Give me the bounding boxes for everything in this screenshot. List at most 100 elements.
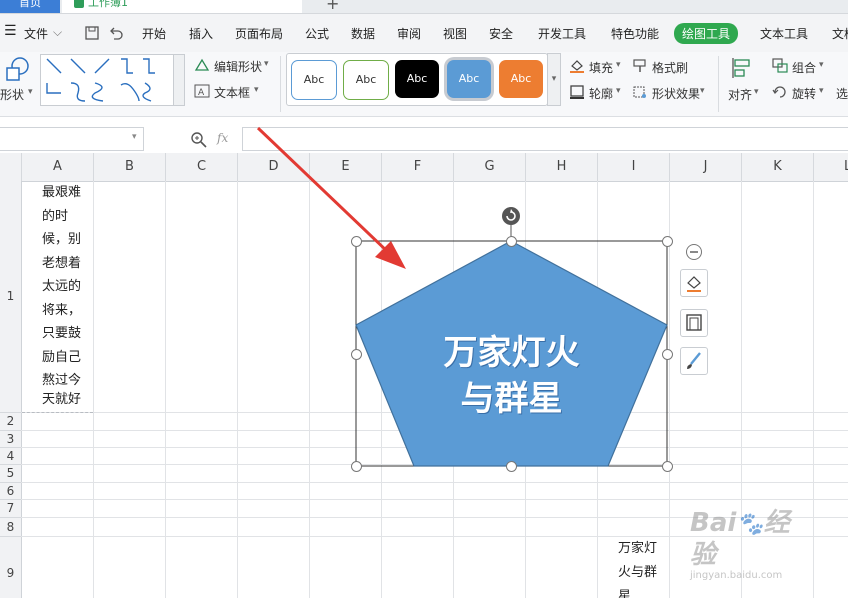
menu-features[interactable]: 特色功能 (611, 25, 659, 42)
menu-page-layout[interactable]: 页面布局 (235, 25, 283, 42)
ribbon-divider (280, 56, 281, 112)
shape-styles-gallery: Abc Abc Abc Abc Abc (286, 53, 548, 106)
column-header-g[interactable]: G (454, 153, 526, 181)
shape-text[interactable]: 万家灯火 与群星 (356, 330, 667, 422)
menu-document[interactable]: 文档 (832, 25, 848, 42)
styles-gallery-more[interactable]: ▾ (547, 53, 561, 106)
style-blue-outline[interactable]: Abc (291, 60, 337, 100)
tab-workbook[interactable]: 工作簿1 (62, 0, 302, 13)
rotate-button[interactable]: 旋转 (792, 85, 816, 102)
menu-insert[interactable]: 插入 (189, 25, 213, 42)
format-painter-button[interactable]: 格式刷 (652, 59, 688, 76)
resize-handle-tr[interactable] (662, 236, 673, 247)
edit-shape-button[interactable]: 编辑形状 (214, 58, 262, 75)
row-header-2[interactable]: 2 (0, 413, 21, 431)
column-header-j[interactable]: J (670, 153, 742, 181)
resize-handle-r[interactable] (662, 349, 673, 360)
resize-handle-bl[interactable] (351, 461, 362, 472)
group-button[interactable]: 组合 (792, 59, 816, 76)
cell-a1-line: 励自己 (42, 349, 82, 365)
row-header-7[interactable]: 7 (0, 500, 21, 518)
column-header-b[interactable]: B (94, 153, 166, 181)
cell-a1[interactable]: 最艰难 的时 候，别 老想着 太远的 将来， 只要鼓 励自己 熬过今 天就好 (22, 181, 93, 413)
column-header-c[interactable]: C (166, 153, 238, 181)
name-box[interactable] (0, 127, 144, 151)
new-tab-button[interactable]: + (326, 0, 339, 13)
gallery-scroll[interactable] (173, 54, 185, 106)
workbook-tab-label: 工作簿1 (88, 0, 128, 9)
collapse-icon[interactable] (685, 243, 703, 261)
menu-file[interactable]: 文件 (24, 25, 48, 42)
lines-gallery[interactable] (40, 54, 174, 106)
cell-a1-line: 只要鼓 (42, 326, 82, 341)
ribbon: 形状 ▾ 编辑形状 ▾ A 文本框 ▾ Abc Abc Abc Abc Abc … (0, 52, 848, 117)
cell-i9[interactable]: 万家灯 火与群 星 (598, 537, 669, 598)
menu-view[interactable]: 视图 (443, 25, 467, 42)
fill-bucket-icon (687, 276, 701, 292)
quick-style-button[interactable] (680, 347, 708, 375)
column-header-k[interactable]: K (742, 153, 814, 181)
select-button[interactable]: 选 (836, 85, 848, 102)
row-header-5[interactable]: 5 (0, 465, 21, 483)
row-header-1[interactable]: 1 (0, 181, 21, 413)
save-icon[interactable] (84, 25, 100, 41)
cell-i9-line: 万家灯 (618, 541, 658, 556)
menu-formula[interactable]: 公式 (305, 25, 329, 42)
resize-handle-l[interactable] (351, 349, 362, 360)
shape-button-label[interactable]: 形状 (0, 86, 24, 103)
zoom-icon[interactable] (190, 131, 208, 149)
row-header-3[interactable]: 3 (0, 431, 21, 448)
menu-start[interactable]: 开始 (142, 25, 166, 42)
chevron-down-icon[interactable]: ▾ (254, 85, 259, 95)
chevron-down-icon[interactable]: ▾ (616, 86, 621, 96)
style-blue-fill[interactable]: Abc (447, 60, 491, 98)
column-header-l[interactable]: L (814, 153, 848, 181)
resize-handle-b[interactable] (506, 461, 517, 472)
row-header-4[interactable]: 4 (0, 448, 21, 465)
resize-handle-t[interactable] (506, 236, 517, 247)
select-all-corner[interactable] (0, 153, 22, 181)
shape-icon[interactable] (4, 56, 32, 82)
rotate-handle-icon[interactable] (501, 206, 521, 226)
edit-shape-icon (194, 58, 210, 71)
chevron-down-icon[interactable]: ▾ (132, 132, 137, 142)
row-header-6[interactable]: 6 (0, 483, 21, 500)
undo-icon[interactable] (108, 25, 124, 41)
title-bar: 首页 工作簿1 + (0, 0, 848, 14)
chevron-down-icon[interactable]: ▾ (819, 86, 824, 96)
column-header-a[interactable]: A (22, 153, 94, 181)
chevron-down-icon[interactable]: ▾ (616, 60, 621, 70)
line-styles-icon[interactable] (41, 55, 173, 105)
chevron-down-icon[interactable]: ▾ (28, 87, 33, 97)
align-icon (732, 58, 750, 78)
chevron-down-icon[interactable]: ▾ (819, 60, 824, 70)
align-button[interactable]: 对齐 (728, 86, 752, 103)
menu-icon[interactable]: ☰ (4, 23, 17, 39)
fill-button[interactable]: 填充 (589, 59, 613, 76)
chevron-down-icon[interactable]: ▾ (754, 87, 759, 97)
menu-review[interactable]: 审阅 (397, 25, 421, 42)
outline-button[interactable]: 轮廓 (589, 85, 613, 102)
column-header-h[interactable]: H (526, 153, 598, 181)
quick-outline-button[interactable] (680, 309, 708, 337)
shape-effects-button[interactable]: 形状效果 (652, 85, 700, 102)
style-black-fill[interactable]: Abc (395, 60, 439, 98)
menu-text-tools[interactable]: 文本工具 (760, 25, 808, 42)
spreadsheet-icon (74, 0, 84, 8)
row-header-9[interactable]: 9 (0, 537, 21, 598)
style-green-outline[interactable]: Abc (343, 60, 389, 100)
text-box-button[interactable]: 文本框 (214, 84, 250, 101)
resize-handle-br[interactable] (662, 461, 673, 472)
menu-security[interactable]: 安全 (489, 25, 513, 42)
tab-home[interactable]: 首页 (0, 0, 60, 13)
menu-data[interactable]: 数据 (351, 25, 375, 42)
column-header-i[interactable]: I (598, 153, 670, 181)
menu-drawing-tools[interactable]: 绘图工具 (674, 23, 739, 44)
quick-fill-button[interactable] (680, 269, 708, 297)
chevron-down-icon[interactable]: ▾ (700, 86, 705, 96)
chevron-down-icon[interactable]: ⌵ (53, 25, 62, 40)
chevron-down-icon[interactable]: ▾ (264, 59, 269, 69)
menu-developer[interactable]: 开发工具 (538, 25, 586, 42)
row-header-8[interactable]: 8 (0, 518, 21, 537)
style-orange-fill[interactable]: Abc (499, 60, 543, 98)
